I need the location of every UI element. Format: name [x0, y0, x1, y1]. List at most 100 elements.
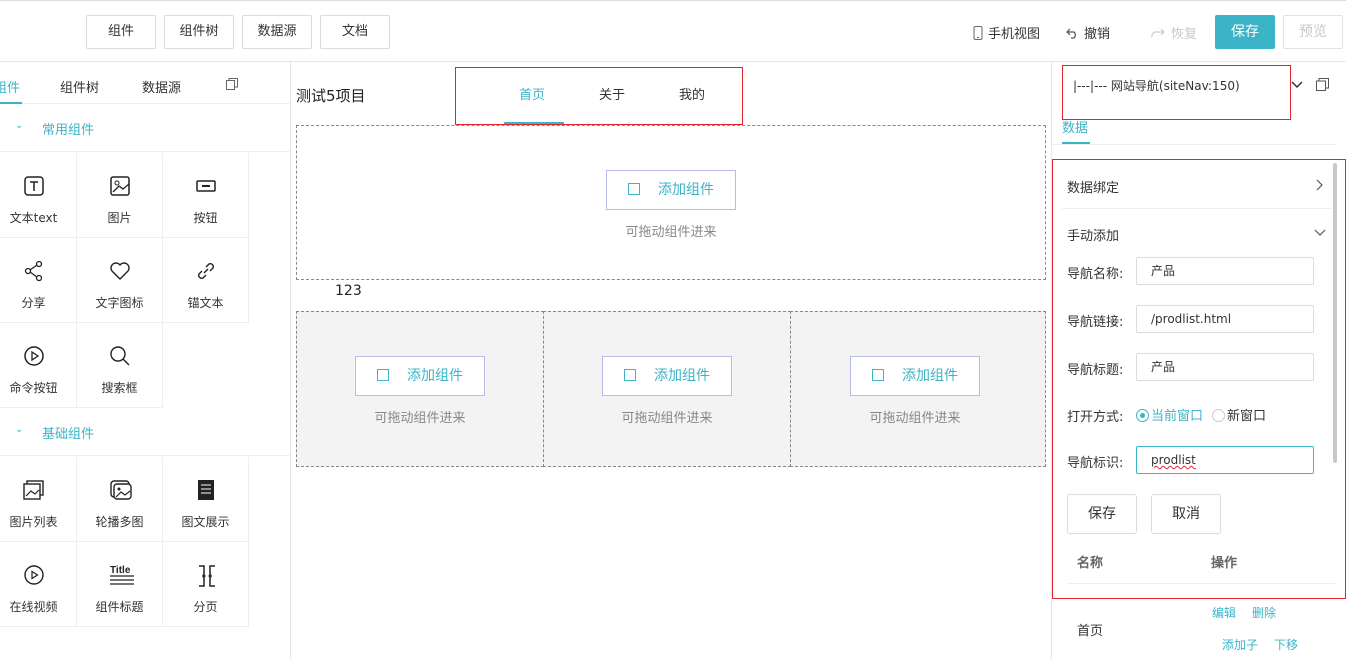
form-cancel-button[interactable]: 取消 [1151, 494, 1221, 534]
component-button[interactable]: 按钮 [163, 153, 249, 238]
component-graphic-display[interactable]: 图文展示 [163, 457, 249, 542]
nav-ident-label: 导航标识: [1067, 456, 1124, 471]
preview-button[interactable]: 预览 [1283, 15, 1343, 49]
form-save-button[interactable]: 保存 [1067, 494, 1137, 534]
link-icon [198, 263, 214, 279]
table-row-name: 首页 [1077, 624, 1104, 639]
component-label: 图文展示 [181, 515, 230, 529]
table-header-operation: 操作 [1211, 556, 1238, 571]
radio-label: 新窗口 [1227, 409, 1267, 424]
open-mode-label: 打开方式: [1067, 410, 1124, 425]
divider [1052, 144, 1336, 145]
video-icon [24, 565, 44, 585]
component-pagination[interactable]: 分页 [163, 542, 249, 627]
add-component-button[interactable]: 添加组件 [606, 170, 736, 210]
component-label: 命令按钮 [9, 381, 58, 395]
chevron-down-icon[interactable] [1291, 80, 1303, 90]
heart-icon [110, 262, 130, 280]
square-icon [628, 183, 640, 195]
share-icon [24, 260, 43, 282]
table-header-name: 名称 [1077, 556, 1104, 571]
radio-current-window[interactable]: 当前窗口 [1136, 405, 1203, 424]
group-header-basic[interactable]: ⌄ 基础组件 [0, 408, 290, 456]
nav-active-underline [504, 122, 564, 124]
carousel-icon [110, 480, 132, 500]
toolbar-tab-datasource[interactable]: 数据源 [242, 15, 312, 49]
svg-text:Title: Title [110, 565, 131, 576]
nav-item-about[interactable]: 关于 [599, 84, 625, 103]
undo-icon [1066, 28, 1076, 39]
nav-link-input[interactable]: /prodlist.html [1136, 305, 1314, 333]
component-anchor-text[interactable]: 锚文本 [163, 238, 249, 323]
component-label: 图片 [107, 211, 132, 225]
mobile-view-label: 手机视图 [988, 27, 1041, 42]
drag-hint: 可拖动组件进来 [374, 411, 466, 426]
nav-ident-input[interactable]: prodlist [1136, 446, 1314, 474]
component-share[interactable]: 分享 [0, 238, 77, 323]
tab-datasource[interactable]: 数据源 [142, 77, 181, 96]
mobile-view-button[interactable]: 手机视图 [973, 23, 1040, 42]
component-label: 组件标题 [95, 600, 144, 614]
manual-add-row[interactable]: 手动添加 [1067, 225, 1119, 244]
chevron-down-icon: ⌄ [15, 424, 24, 435]
divider [1067, 583, 1335, 584]
selected-component-label: |---|--- 网站导航(siteNav:150) [1073, 79, 1240, 93]
component-label: 锚文本 [187, 296, 224, 310]
group-header-common[interactable]: ⌄ 常用组件 [0, 104, 290, 152]
component-label: 轮播多图 [95, 515, 144, 529]
add-component-button[interactable]: 添加组件 [602, 356, 732, 396]
project-title: 测试5项目 [296, 87, 366, 105]
component-image-list[interactable]: 图片列表 [0, 457, 77, 542]
redo-button[interactable]: 恢复 [1150, 23, 1197, 42]
save-button[interactable]: 保存 [1215, 15, 1275, 49]
copy-icon[interactable] [226, 78, 238, 90]
radio-checked-icon [1136, 409, 1149, 422]
chevron-down-icon[interactable] [1314, 229, 1326, 237]
text-block: 123 [335, 283, 362, 299]
add-child-link[interactable]: 添加子 [1222, 636, 1258, 653]
add-component-button[interactable]: 添加组件 [850, 356, 980, 396]
toolbar-tab-components[interactable]: 组件 [86, 15, 156, 49]
scrollbar[interactable] [1333, 163, 1337, 463]
drag-hint: 可拖动组件进来 [621, 411, 713, 426]
nav-title-input[interactable]: 产品 [1136, 353, 1314, 381]
component-online-video[interactable]: 在线视频 [0, 542, 77, 627]
nav-item-mine[interactable]: 我的 [679, 84, 705, 103]
component-text-icon[interactable]: 文字图标 [77, 238, 163, 323]
image-icon [110, 176, 130, 196]
tab-data[interactable]: 数据 [1062, 117, 1088, 136]
copy-icon[interactable] [1316, 78, 1329, 91]
delete-link[interactable]: 删除 [1252, 604, 1276, 621]
phone-icon [973, 25, 983, 40]
component-title[interactable]: Title 组件标题 [77, 542, 163, 627]
tab-component-tree[interactable]: 组件树 [60, 77, 99, 96]
component-label: 文本text [9, 211, 58, 225]
tab-components[interactable]: 组件 [0, 77, 20, 96]
add-component-label: 添加组件 [658, 182, 714, 198]
add-component-button[interactable]: 添加组件 [355, 356, 485, 396]
component-label: 分页 [193, 600, 218, 614]
divider [1062, 208, 1335, 209]
move-down-link[interactable]: 下移 [1274, 636, 1298, 653]
toolbar-tab-component-tree[interactable]: 组件树 [164, 15, 234, 49]
component-search-box[interactable]: 搜索框 [77, 323, 163, 408]
add-component-label: 添加组件 [654, 368, 710, 384]
component-carousel[interactable]: 轮播多图 [77, 457, 163, 542]
component-command-button[interactable]: 命令按钮 [0, 323, 77, 408]
square-icon [872, 369, 884, 381]
chevron-down-icon: ⌄ [15, 120, 24, 131]
radio-new-window[interactable]: 新窗口 [1212, 405, 1266, 424]
button-icon [196, 180, 216, 192]
component-label: 在线视频 [9, 600, 58, 614]
radio-label: 当前窗口 [1151, 409, 1204, 424]
square-icon [624, 369, 636, 381]
nav-item-home[interactable]: 首页 [519, 84, 545, 103]
edit-link[interactable]: 编辑 [1212, 604, 1236, 621]
component-image[interactable]: 图片 [77, 153, 163, 238]
data-binding-row[interactable]: 数据绑定 [1067, 177, 1119, 196]
nav-name-input[interactable]: 产品 [1136, 257, 1314, 285]
toolbar-tab-docs[interactable]: 文档 [320, 15, 390, 49]
undo-button[interactable]: 撤销 [1066, 23, 1110, 42]
component-text[interactable]: 文本text [0, 153, 77, 238]
chevron-right-icon[interactable] [1316, 179, 1324, 191]
